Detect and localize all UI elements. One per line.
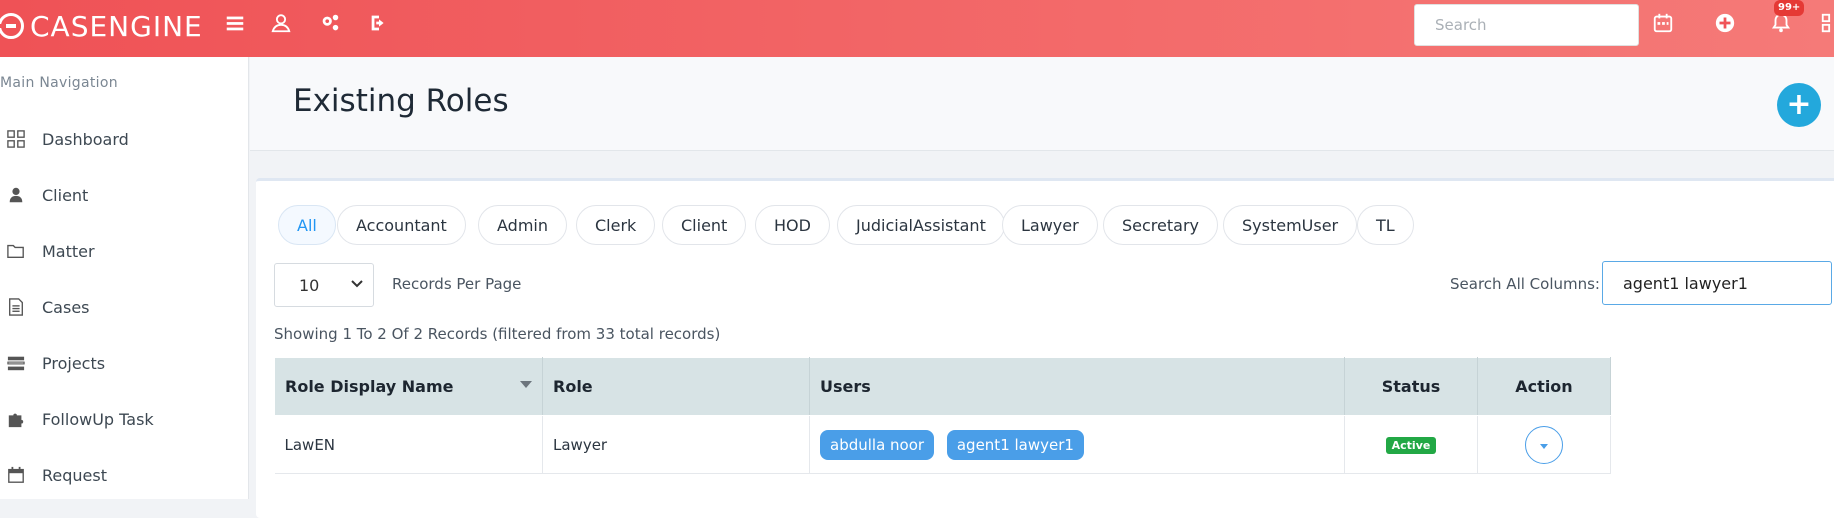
- filter-accountant[interactable]: Accountant: [337, 205, 466, 245]
- records-summary: Showing 1 To 2 Of 2 Records (filtered fr…: [274, 325, 721, 343]
- sidebar: Main Navigation Dashboard Client Matter …: [0, 57, 249, 499]
- user-icon: [6, 185, 26, 205]
- role-cell: Lawyer: [542, 415, 810, 474]
- sidebar-item-label: Dashboard: [42, 129, 129, 149]
- table-header-row: Role Display Name Role Users Status Acti…: [274, 357, 1611, 416]
- sidebar-item-dashboard[interactable]: Dashboard: [0, 119, 249, 159]
- search-all-columns-label: Search All Columns:: [1450, 275, 1600, 293]
- filter-systemuser[interactable]: SystemUser: [1223, 205, 1358, 245]
- filter-secretary[interactable]: Secretary: [1103, 205, 1218, 245]
- folder-icon: [6, 241, 26, 261]
- column-header-role[interactable]: Role: [542, 357, 810, 416]
- user-chip[interactable]: abdulla noor: [820, 429, 935, 460]
- records-per-page-select[interactable]: 10: [274, 263, 374, 307]
- chevron-down-icon: [351, 280, 363, 288]
- row-action-dropdown-button[interactable]: [1525, 425, 1563, 464]
- status-cell: Active: [1344, 415, 1478, 474]
- page-header: Existing Roles +: [250, 57, 1834, 151]
- dashboard-icon: [6, 129, 26, 149]
- column-header-users[interactable]: Users: [809, 357, 1345, 416]
- sidebar-item-projects[interactable]: Projects: [0, 343, 249, 383]
- sort-desc-icon[interactable]: [520, 381, 532, 388]
- sidebar-item-label: Matter: [42, 241, 95, 261]
- filter-lawyer[interactable]: Lawyer: [1002, 205, 1098, 245]
- calendar-icon[interactable]: [1650, 10, 1676, 36]
- filter-tl[interactable]: TL: [1357, 205, 1414, 245]
- calendar-icon: [6, 465, 26, 485]
- users-cell: abdulla noor agent1 lawyer1: [809, 415, 1345, 474]
- sidebar-item-request[interactable]: Request: [0, 455, 249, 495]
- plus-icon: +: [1786, 87, 1812, 122]
- document-icon: [6, 297, 26, 317]
- column-header-role-display-name[interactable]: Role Display Name: [274, 357, 543, 416]
- projects-icon: [6, 353, 26, 373]
- app-logo[interactable]: CASENGINE: [0, 6, 203, 46]
- filter-hod[interactable]: HOD: [755, 205, 830, 245]
- sidebar-item-cases[interactable]: Cases: [0, 287, 249, 327]
- sidebar-item-label: Projects: [42, 353, 106, 373]
- sidebar-item-label: Client: [42, 185, 89, 205]
- logout-icon[interactable]: [366, 10, 392, 36]
- filter-client[interactable]: Client: [662, 205, 747, 245]
- action-cell: [1477, 415, 1611, 474]
- column-header-status[interactable]: Status: [1344, 357, 1478, 416]
- sidebar-item-client[interactable]: Client: [0, 175, 249, 215]
- settings-icon[interactable]: [317, 10, 343, 36]
- add-circle-icon[interactable]: [1712, 10, 1738, 36]
- user-icon[interactable]: [268, 10, 294, 36]
- sidebar-item-matter[interactable]: Matter: [0, 231, 249, 271]
- grid-icon[interactable]: [1818, 10, 1834, 36]
- top-bar: CASENGINE 99+: [0, 0, 1834, 57]
- column-header-label: Role Display Name: [285, 377, 454, 396]
- filter-clerk[interactable]: Clerk: [576, 205, 656, 245]
- logo-mark-icon: [0, 13, 24, 39]
- records-per-page-value: 10: [299, 275, 320, 295]
- puzzle-icon: [6, 409, 26, 429]
- roles-card: All Accountant Admin Clerk Client HOD Ju…: [256, 178, 1834, 518]
- sidebar-item-followup-task[interactable]: FollowUp Task: [0, 399, 249, 439]
- user-chip[interactable]: agent1 lawyer1: [946, 429, 1084, 460]
- sidebar-item-label: Request: [42, 465, 107, 485]
- role-display-name-cell: LawEN: [274, 415, 543, 474]
- sidebar-item-label: FollowUp Task: [42, 409, 154, 429]
- filter-admin[interactable]: Admin: [478, 205, 567, 245]
- sidebar-item-label: Cases: [42, 297, 90, 317]
- status-badge: Active: [1385, 437, 1437, 454]
- filter-all[interactable]: All: [278, 205, 336, 245]
- records-per-page-label: Records Per Page: [392, 275, 522, 293]
- column-header-action: Action: [1477, 357, 1611, 416]
- search-all-columns-input[interactable]: [1602, 261, 1832, 305]
- logo-text: CASENGINE: [30, 9, 203, 43]
- roles-table: Role Display Name Role Users Status Acti…: [274, 357, 1611, 474]
- filter-judicialassistant[interactable]: JudicialAssistant: [837, 205, 1005, 245]
- table-row: LawEN Lawyer abdulla noor agent1 lawyer1…: [274, 415, 1611, 474]
- notification-badge: 99+: [1774, 0, 1805, 16]
- sidebar-heading: Main Navigation: [0, 75, 118, 91]
- menu-icon[interactable]: [222, 10, 248, 36]
- page-title: Existing Roles: [293, 83, 509, 119]
- top-search-input[interactable]: [1414, 4, 1639, 46]
- add-role-button[interactable]: +: [1777, 83, 1821, 127]
